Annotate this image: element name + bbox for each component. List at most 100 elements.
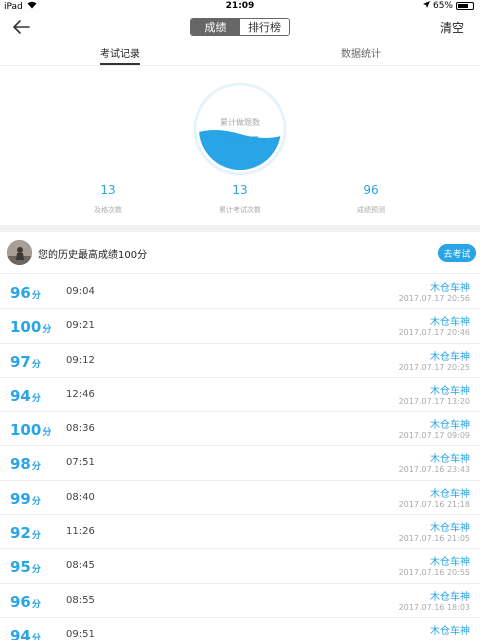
score-value: 100: [10, 421, 42, 440]
score-unit: 分: [31, 393, 41, 404]
list-item[interactable]: 94分 09:51 木仓车神: [0, 618, 480, 640]
record-duration: 08:40: [66, 491, 95, 503]
score-value: 94: [10, 626, 31, 640]
record-score: 99分: [10, 490, 41, 508]
record-duration: 09:51: [66, 628, 95, 640]
record-date: 2017.07.16 21:18: [398, 499, 470, 509]
list-item[interactable]: 100分 09:21 木仓车神 2017.07.17 20:46: [0, 309, 480, 344]
score-unit: 分: [42, 325, 52, 336]
list-item[interactable]: 98分 07:51 木仓车神 2017.07.16 23:43: [0, 446, 480, 481]
record-score: 97分: [10, 353, 41, 371]
tab-exam-records[interactable]: 考试记录: [100, 45, 140, 60]
location-icon: [422, 1, 430, 11]
stat-value: 13: [232, 183, 248, 197]
list-item[interactable]: 99分 08:40 木仓车神 2017.07.16 21:18: [0, 481, 480, 516]
record-duration: 09:12: [66, 354, 95, 366]
record-date: 2017.07.16 21:05: [398, 534, 470, 544]
score-unit: 分: [31, 496, 41, 507]
score-unit: 分: [31, 565, 41, 576]
record-date: 2017.07.17 20:46: [398, 328, 470, 338]
record-duration: 08:36: [66, 423, 95, 435]
score-value: 97: [10, 352, 31, 371]
record-date: 2017.07.16 18:03: [398, 602, 470, 612]
battery-percent: 65%: [432, 1, 453, 11]
score-unit: 分: [31, 531, 41, 542]
score-unit: 分: [42, 428, 52, 439]
score-unit: 分: [31, 633, 41, 640]
avatar: [7, 240, 32, 265]
record-user: 木仓车神: [430, 557, 470, 569]
back-arrow-icon: [13, 20, 30, 34]
score-value: 96: [10, 592, 31, 611]
battery-icon: [456, 2, 474, 10]
record-date: 2017.07.17 20:25: [398, 362, 470, 372]
list-item[interactable]: 92分 11:26 木仓车神 2017.07.16 21:05: [0, 515, 480, 550]
score-unit: 分: [31, 291, 41, 301]
score-value: 98: [10, 455, 31, 474]
back-button[interactable]: [10, 16, 32, 38]
active-tab-indicator: [100, 63, 140, 65]
record-score: 98分: [10, 455, 41, 473]
record-user: 木仓车神: [430, 488, 470, 500]
score-value: 92: [10, 524, 31, 543]
tab-bar: 考试记录 数据统计: [0, 40, 480, 66]
record-user: 木仓车神: [430, 283, 470, 294]
nav-bar: 成绩 排行榜 清空: [0, 14, 480, 40]
summary-panel: 累计做题数 3945 13 及格次数 13 累计考试次数 96 成绩预测: [0, 67, 480, 225]
stat-value: 13: [100, 183, 116, 197]
segment-leaderboard[interactable]: 排行榜: [240, 19, 289, 35]
record-user: 木仓车神: [430, 351, 470, 363]
exam-records-list: 96分 09:04 木仓车神 2017.07.17 20:56 100分 09:21 木仓车…: [0, 275, 480, 640]
record-date: 2017.07.17 20:56: [398, 294, 470, 303]
water-wave-gauge-icon: [193, 82, 287, 176]
record-duration: 12:46: [66, 388, 95, 400]
take-exam-button[interactable]: 去考试: [438, 244, 476, 262]
score-value: 94: [10, 386, 31, 405]
record-duration: 11:26: [66, 526, 95, 538]
user-photo-icon: [7, 240, 32, 265]
list-item[interactable]: 94分 12:46 木仓车神 2017.07.17 13:20: [0, 378, 480, 413]
record-duration: 09:04: [66, 286, 95, 297]
list-item[interactable]: 100分 08:36 木仓车神 2017.07.17 09:09: [0, 412, 480, 447]
best-score-row: 您的历史最高成绩100分 去考试: [0, 232, 480, 274]
score-value: 99: [10, 489, 31, 508]
score-value: 95: [10, 558, 31, 577]
status-time: 21:09: [225, 1, 255, 11]
record-date: 2017.07.17 13:20: [398, 396, 470, 406]
gauge-value: 3945: [219, 133, 261, 152]
record-user: 木仓车神: [430, 523, 470, 535]
record-score: 100分: [10, 421, 51, 439]
score-value: 96: [10, 284, 31, 302]
stat-label: 成绩预测: [357, 206, 385, 214]
record-score: 94分: [10, 627, 41, 640]
score-unit: 分: [31, 359, 41, 370]
stat-value: 96: [363, 183, 379, 197]
score-unit: 分: [31, 599, 41, 610]
tab-data-stats[interactable]: 数据统计: [341, 45, 381, 60]
segmented-control: 成绩 排行榜: [190, 18, 290, 36]
list-item[interactable]: 96分 09:04 木仓车神 2017.07.17 20:56: [0, 275, 480, 310]
segment-scores[interactable]: 成绩: [191, 19, 240, 35]
stat-score-prediction: 96 成绩预测: [311, 183, 431, 215]
record-duration: 08:45: [66, 560, 95, 572]
score-value: 100: [10, 318, 42, 337]
record-user: 木仓车神: [430, 454, 470, 466]
record-user: 木仓车神: [430, 317, 470, 329]
score-unit: 分: [31, 462, 41, 473]
gauge-label: 累计做题数: [220, 118, 260, 127]
stat-exam-count: 13 累计考试次数: [180, 183, 300, 215]
record-date: 2017.07.17 09:09: [398, 431, 470, 441]
record-score: 100分: [10, 318, 51, 336]
record-score: 92分: [10, 524, 41, 542]
list-item[interactable]: 96分 08:55 木仓车神 2017.07.16 18:03: [0, 584, 480, 618]
section-divider: [0, 225, 480, 232]
record-duration: 07:51: [66, 457, 95, 469]
record-date: 2017.07.16 20:55: [398, 568, 470, 578]
record-score: 95分: [10, 558, 41, 576]
record-user: 木仓车神: [430, 591, 470, 603]
clear-button[interactable]: 清空: [440, 19, 464, 36]
record-duration: 09:21: [66, 320, 95, 332]
list-item[interactable]: 95分 08:45 木仓车神 2017.07.16 20:55: [0, 549, 480, 584]
list-item[interactable]: 97分 09:12 木仓车神 2017.07.17 20:25: [0, 344, 480, 378]
record-date: 2017.07.16 23:43: [398, 465, 470, 475]
